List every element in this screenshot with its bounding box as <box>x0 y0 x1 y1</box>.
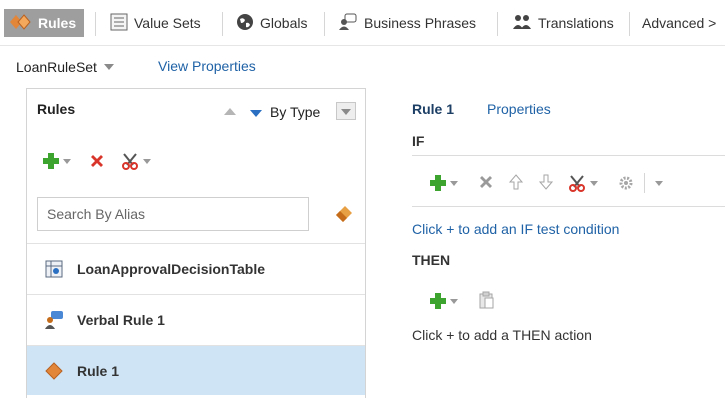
arrow-up-icon <box>508 173 524 189</box>
rule-title: Rule 1 <box>412 101 455 117</box>
sort-by-label: By Type <box>270 104 321 120</box>
cut-rule-button[interactable] <box>121 152 169 170</box>
clipboard-icon <box>479 291 494 308</box>
add-action-button[interactable] <box>430 293 478 309</box>
tab-business-phrases[interactable]: Business Phrases <box>338 9 476 37</box>
chevron-down-icon <box>103 64 114 70</box>
chevron-down-icon <box>450 298 458 304</box>
rules-toolbar <box>43 149 169 173</box>
delete-condition-button[interactable] <box>478 174 494 193</box>
add-icon <box>430 293 446 309</box>
divider <box>412 206 725 207</box>
then-toolbar <box>430 290 494 312</box>
business-phrases-icon <box>338 13 358 34</box>
tab-advanced-label: Advanced > <box>642 15 717 31</box>
list-item[interactable]: LoanApprovalDecisionTable <box>27 243 365 293</box>
chevron-down-icon <box>143 158 151 164</box>
ruleset-selector[interactable]: LoanRuleSet <box>16 58 114 76</box>
tab-globals[interactable]: Globals <box>236 9 307 37</box>
tab-value-sets[interactable]: Value Sets <box>110 9 201 37</box>
clear-search-icon[interactable] <box>334 204 354 227</box>
ruleset-name: LoanRuleSet <box>16 59 97 75</box>
list-item[interactable]: Verbal Rule 1 <box>27 294 365 344</box>
chevron-down-icon <box>655 180 663 186</box>
value-sets-icon <box>110 13 128 34</box>
tab-value-sets-label: Value Sets <box>134 15 201 31</box>
view-properties-link[interactable]: View Properties <box>158 58 256 74</box>
translations-icon <box>512 13 532 34</box>
rules-panel-header: Rules By Type <box>27 89 365 129</box>
top-tab-bar: Rules Value Sets Globals Business Phrase… <box>0 0 725 46</box>
list-item-label: Verbal Rule 1 <box>77 311 165 328</box>
move-down-button[interactable] <box>538 174 554 193</box>
move-up-button[interactable] <box>508 173 524 193</box>
sort-ascending-icon[interactable] <box>224 108 236 115</box>
list-item-label: LoanApprovalDecisionTable <box>77 260 265 277</box>
gear-icon <box>619 176 633 190</box>
tab-advanced[interactable]: Advanced > <box>642 9 716 37</box>
tab-rules-label: Rules <box>38 15 77 31</box>
rules-list-panel: Rules By Type LoanApprovalDecisionTable <box>26 88 366 398</box>
paste-action-button[interactable] <box>478 291 494 312</box>
rules-diamond-icon <box>10 13 32 34</box>
globe-icon <box>236 13 254 34</box>
then-section-label: THEN <box>412 252 451 268</box>
chevron-down-icon <box>590 180 598 186</box>
tab-divider <box>497 12 498 36</box>
chevron-down-icon <box>63 158 71 164</box>
list-item[interactable]: Rule 1 <box>27 345 365 395</box>
delete-icon <box>91 155 103 167</box>
add-rule-button[interactable] <box>43 153 89 169</box>
decision-table-icon <box>43 258 65 280</box>
add-icon <box>43 153 59 169</box>
scissors-icon <box>122 153 138 170</box>
verbal-rule-icon <box>43 309 65 331</box>
delete-rule-button[interactable] <box>89 153 105 169</box>
toolbar-divider <box>644 173 645 193</box>
rules-panel-title: Rules <box>37 101 76 117</box>
rule-diamond-icon <box>43 360 65 382</box>
search-by-alias-input[interactable] <box>37 197 309 231</box>
tab-rules[interactable]: Rules <box>4 9 85 37</box>
rule-properties-link[interactable]: Properties <box>487 101 551 117</box>
tab-divider <box>324 12 325 36</box>
if-toolbar <box>430 172 663 194</box>
tab-divider <box>629 12 630 36</box>
tab-translations[interactable]: Translations <box>512 9 614 37</box>
add-if-condition-link[interactable]: Click + to add an IF test condition <box>412 221 619 237</box>
add-icon <box>430 175 446 191</box>
if-section-label: IF <box>412 133 425 149</box>
add-then-action-text: Click + to add a THEN action <box>412 327 592 343</box>
sort-descending-icon[interactable] <box>250 110 262 117</box>
cut-condition-button[interactable] <box>568 174 618 192</box>
sort-dropdown-button[interactable] <box>336 102 356 120</box>
divider <box>412 155 725 156</box>
tab-translations-label: Translations <box>538 15 614 31</box>
add-condition-button[interactable] <box>430 175 478 191</box>
chevron-down-icon <box>450 180 458 186</box>
tab-divider <box>95 12 96 36</box>
scissors-icon <box>569 175 585 192</box>
settings-button[interactable] <box>618 173 663 193</box>
tab-globals-label: Globals <box>260 15 308 31</box>
tab-business-phrases-label: Business Phrases <box>364 15 477 31</box>
list-item-label: Rule 1 <box>77 362 120 379</box>
tab-divider <box>222 12 223 36</box>
delete-icon <box>480 175 492 188</box>
arrow-down-icon <box>538 174 554 190</box>
